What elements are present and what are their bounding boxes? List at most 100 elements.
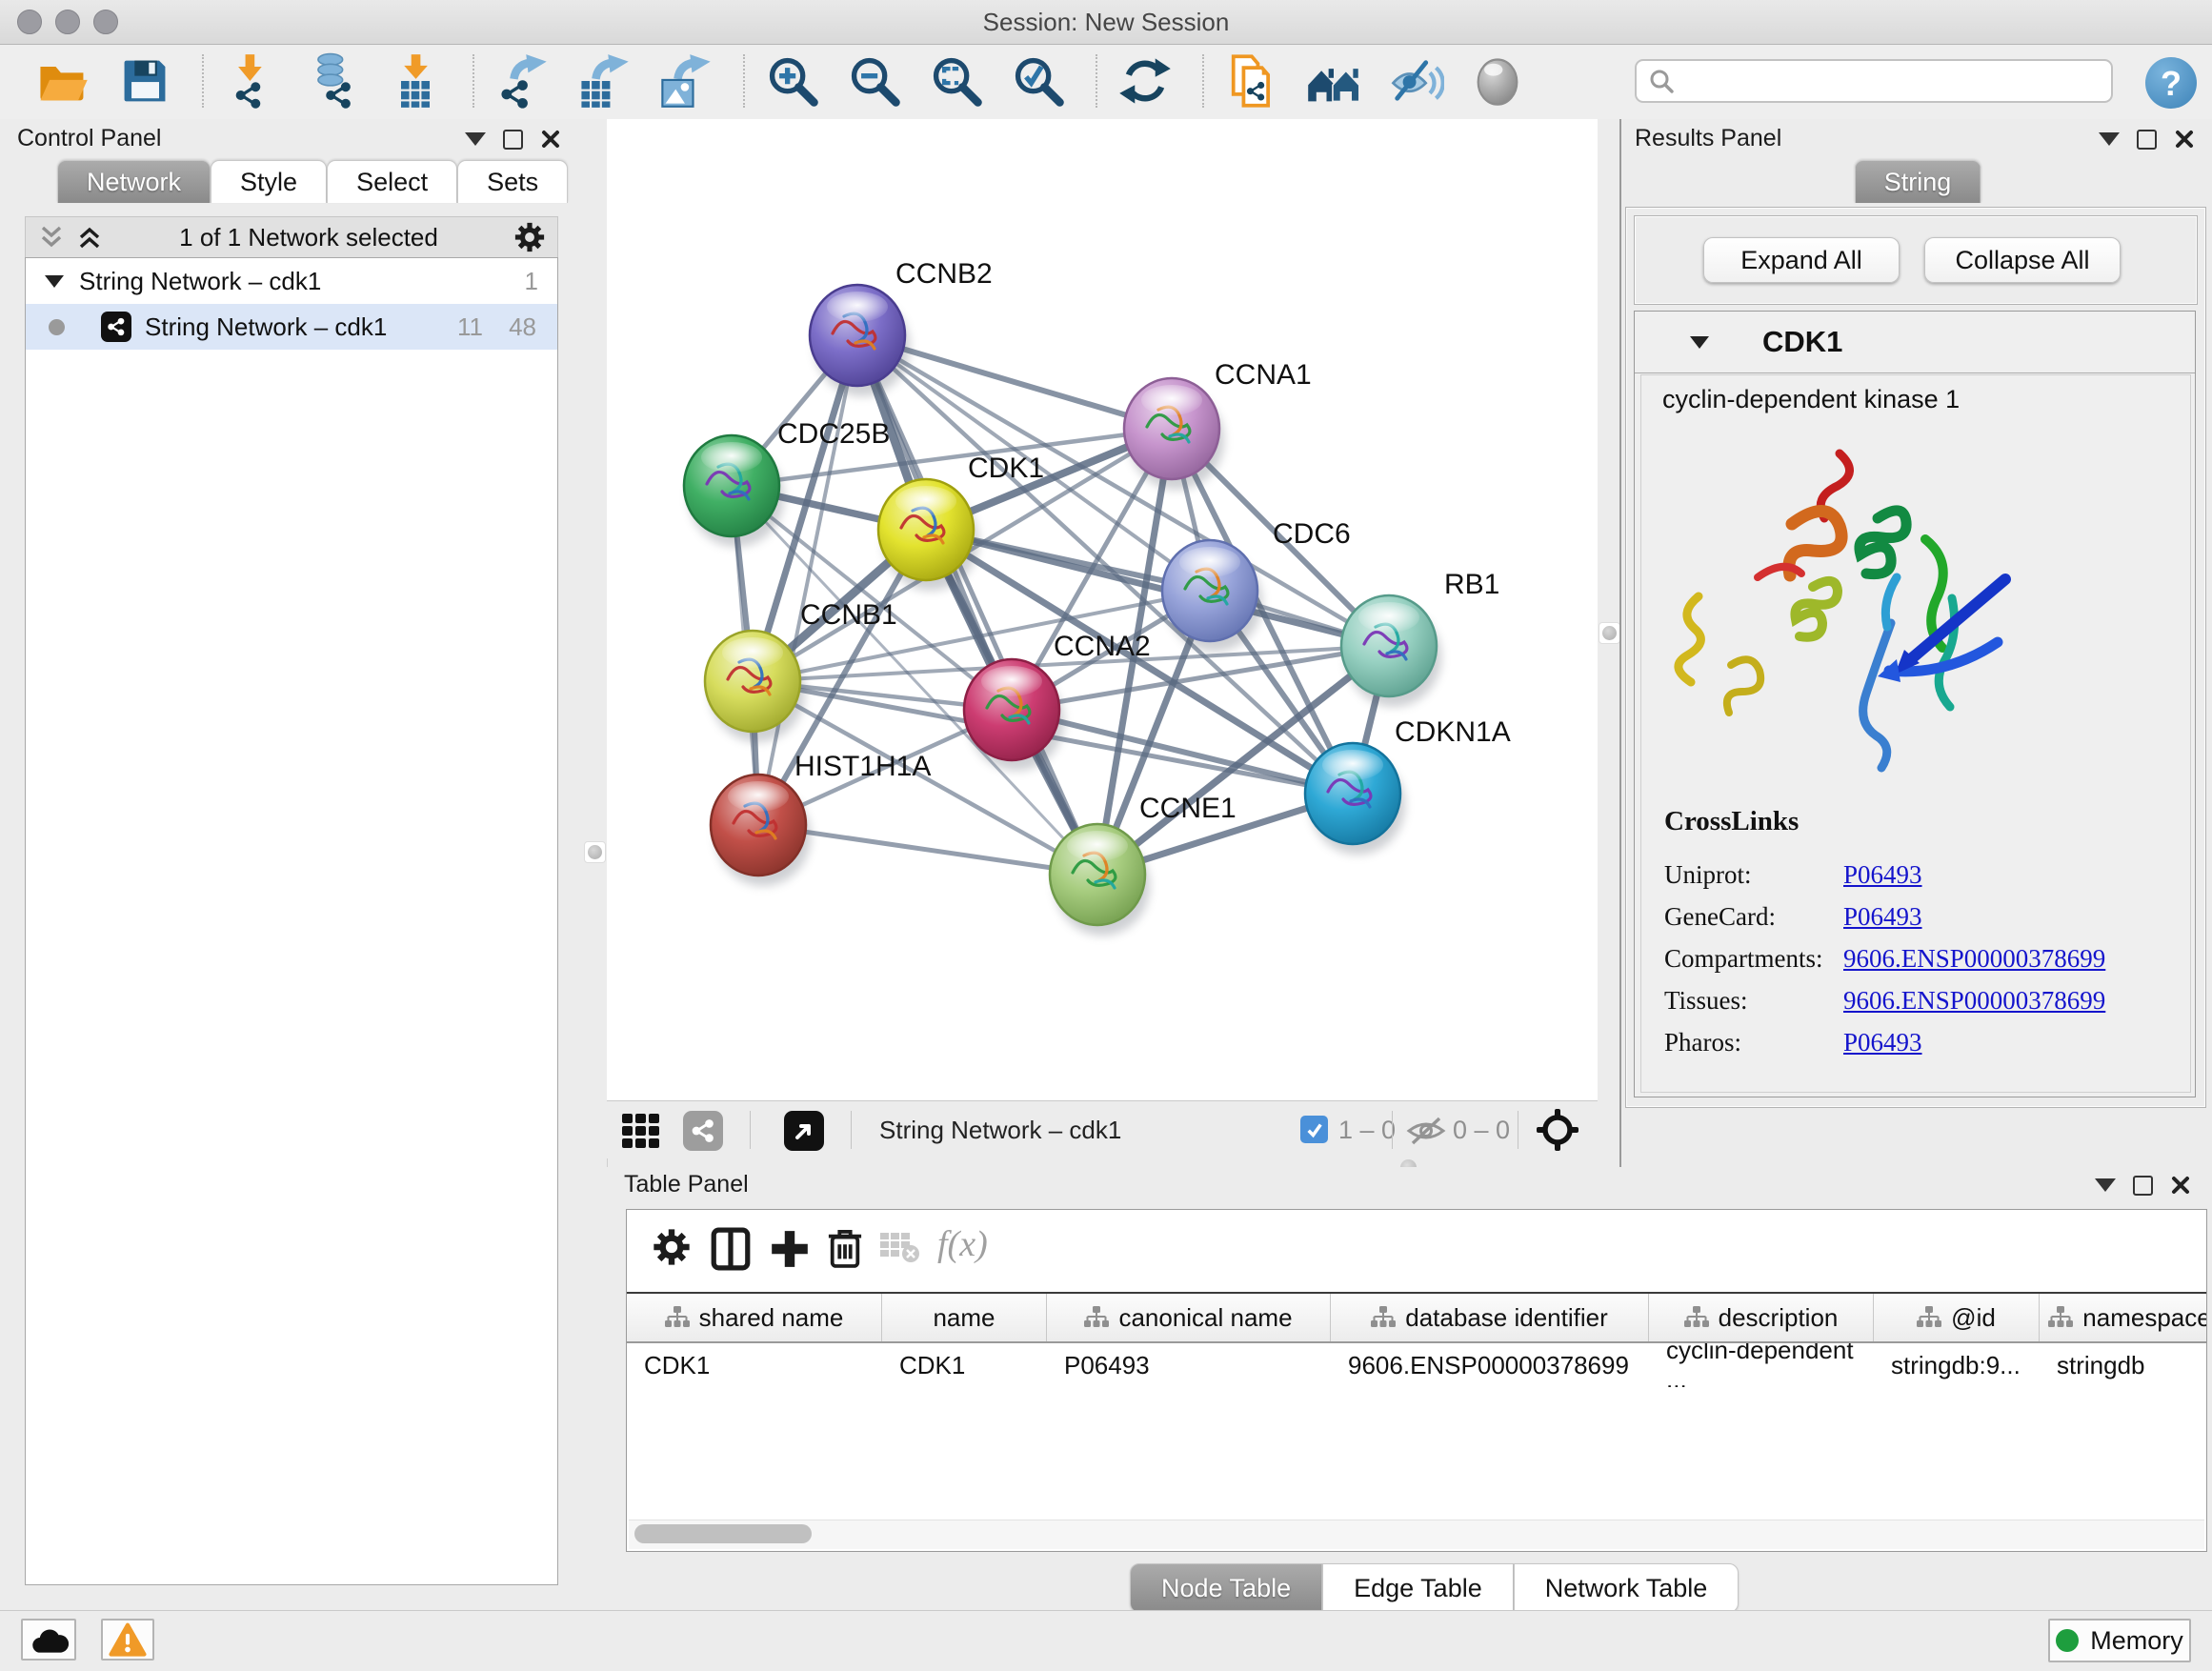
panel-close-icon[interactable]: [2170, 1175, 2191, 1196]
column-header-description[interactable]: description: [1649, 1294, 1874, 1341]
network-node-CDKN1A[interactable]: [1305, 743, 1405, 855]
tab-edge-table[interactable]: Edge Table: [1322, 1563, 1514, 1613]
crosslink-genecard[interactable]: P06493: [1843, 902, 1922, 932]
cloud-status-button[interactable]: [21, 1619, 76, 1661]
network-node-CDK1[interactable]: [878, 479, 978, 591]
copy-network-style-button[interactable]: [1223, 52, 1280, 110]
grid-view-icon[interactable]: [622, 1113, 664, 1151]
zoom-fit-button[interactable]: [928, 52, 985, 110]
show-all-button[interactable]: [1469, 52, 1526, 110]
panel-close-icon[interactable]: [2174, 129, 2195, 150]
column-header-database-identifier[interactable]: database identifier: [1331, 1294, 1649, 1341]
status-bar: Memory: [0, 1610, 2212, 1671]
right-splitter[interactable]: [1598, 119, 1619, 1167]
left-splitter[interactable]: [582, 119, 608, 1610]
tab-string[interactable]: String: [1855, 160, 1981, 203]
crosslink-uniprot[interactable]: P06493: [1843, 860, 1922, 890]
network-options-gear-icon[interactable]: [513, 221, 546, 253]
tab-node-table[interactable]: Node Table: [1130, 1563, 1322, 1613]
table-hscrollbar-thumb[interactable]: [634, 1524, 812, 1543]
zoom-selected-icon: [1010, 52, 1067, 110]
node-label-CDK1: CDK1: [968, 453, 1044, 484]
network-node-CDC6[interactable]: [1162, 540, 1262, 652]
tab-network[interactable]: Network: [57, 160, 211, 203]
search-icon: [1648, 68, 1675, 94]
network-node-CDC25B[interactable]: [684, 435, 784, 547]
export-image-button[interactable]: [657, 52, 714, 110]
show-columns-icon[interactable]: [711, 1227, 751, 1274]
crosslink-label: Compartments:: [1664, 944, 1843, 974]
string-protein-query-button[interactable]: [1305, 52, 1362, 110]
hide-selected-button[interactable]: [1387, 52, 1444, 110]
zoom-out-button[interactable]: [846, 52, 903, 110]
birds-eye-icon[interactable]: [1537, 1109, 1579, 1151]
network-node-CCNA2[interactable]: [964, 659, 1064, 771]
panel-float-icon[interactable]: [2133, 1176, 2153, 1196]
import-network-database-button[interactable]: [305, 52, 362, 110]
search-input[interactable]: [1682, 67, 2111, 95]
column-header-canonical-name[interactable]: canonical name: [1047, 1294, 1331, 1341]
zoom-selected-button[interactable]: [1010, 52, 1067, 110]
network-collection-row[interactable]: String Network – cdk1 1: [26, 258, 557, 304]
crosslink-compartments[interactable]: 9606.ENSP00000378699: [1843, 944, 2105, 974]
apply-layout-button[interactable]: [1116, 52, 1174, 110]
table-row[interactable]: CDK1CDK1P064939606.ENSP00000378699cyclin…: [627, 1343, 2206, 1387]
tab-sets[interactable]: Sets: [457, 160, 568, 203]
network-node-HIST1H1A[interactable]: [711, 775, 811, 886]
expand-all-icon[interactable]: [75, 223, 104, 252]
collapse-all-button[interactable]: Collapse All: [1924, 237, 2121, 283]
panel-float-icon[interactable]: [2137, 130, 2157, 150]
column-header-namespace[interactable]: namespace: [2040, 1294, 2206, 1341]
export-table-button[interactable]: [575, 52, 633, 110]
network-node-CCNA1[interactable]: [1124, 378, 1224, 490]
gene-entry-header[interactable]: CDK1: [1635, 312, 2195, 373]
table-settings-gear-icon[interactable]: [652, 1227, 692, 1270]
help-button[interactable]: ?: [2145, 57, 2197, 109]
import-network-file-button[interactable]: [223, 52, 280, 110]
network-node-RB1[interactable]: [1341, 595, 1441, 707]
detach-view-icon[interactable]: [784, 1111, 824, 1151]
zoom-in-button[interactable]: [764, 52, 821, 110]
network-view-share-icon[interactable]: [683, 1111, 723, 1151]
collection-caret-icon[interactable]: [45, 275, 64, 288]
expand-all-button[interactable]: Expand All: [1703, 237, 1900, 283]
crosslink-tissues[interactable]: 9606.ENSP00000378699: [1843, 986, 2105, 1016]
tab-style[interactable]: Style: [211, 160, 327, 203]
delete-column-trash-icon[interactable]: [827, 1227, 863, 1272]
tab-network-table[interactable]: Network Table: [1514, 1563, 1739, 1613]
node-label-CCNB1: CCNB1: [800, 599, 897, 631]
network-canvas[interactable]: CCNB2CCNA1CDC25BCDK1CDC6RB1CCNB1CCNA2CDK…: [607, 119, 1598, 1100]
panel-close-icon[interactable]: [540, 129, 561, 150]
column-header-name[interactable]: name: [882, 1294, 1047, 1341]
left-splitter-handle[interactable]: [584, 841, 606, 863]
node-label-CCNB2: CCNB2: [895, 258, 993, 290]
save-session-button[interactable]: [116, 52, 173, 110]
panel-float-icon[interactable]: [503, 130, 523, 150]
panel-menu-icon[interactable]: [465, 132, 486, 146]
crosslink-row: Pharos:P06493: [1664, 1021, 2105, 1063]
panel-menu-icon[interactable]: [2095, 1178, 2116, 1192]
table-hscrollbar[interactable]: [629, 1520, 2204, 1549]
network-node-CCNB2[interactable]: [810, 285, 910, 396]
import-table-button[interactable]: [387, 52, 444, 110]
column-header-shared-name[interactable]: shared name: [627, 1294, 882, 1341]
network-row-selected[interactable]: String Network – cdk1 11 48: [26, 304, 557, 350]
collapse-all-icon[interactable]: [37, 223, 66, 252]
gene-entry-body: cyclin-dependent kinase 1: [1640, 374, 2191, 1093]
add-column-icon[interactable]: [770, 1227, 810, 1274]
tree-column-icon: [1684, 1305, 1709, 1330]
right-splitter-handle[interactable]: [1599, 622, 1620, 644]
export-network-button[interactable]: [493, 52, 551, 110]
column-header-@id[interactable]: @id: [1874, 1294, 2040, 1341]
open-session-button[interactable]: [34, 52, 91, 110]
gene-caret-icon[interactable]: [1690, 336, 1709, 349]
tab-select[interactable]: Select: [327, 160, 457, 203]
node-label-CCNA2: CCNA2: [1054, 631, 1151, 662]
panel-menu-icon[interactable]: [2099, 132, 2120, 146]
table-cell: P06493: [1047, 1343, 1331, 1387]
memory-button[interactable]: Memory: [2048, 1619, 2191, 1662]
table-panel: Table Panel f(x) s: [607, 1167, 2212, 1610]
crosslink-pharos[interactable]: P06493: [1843, 1028, 1922, 1057]
warnings-button[interactable]: [101, 1619, 154, 1661]
selected-checkbox-icon[interactable]: [1300, 1116, 1328, 1143]
